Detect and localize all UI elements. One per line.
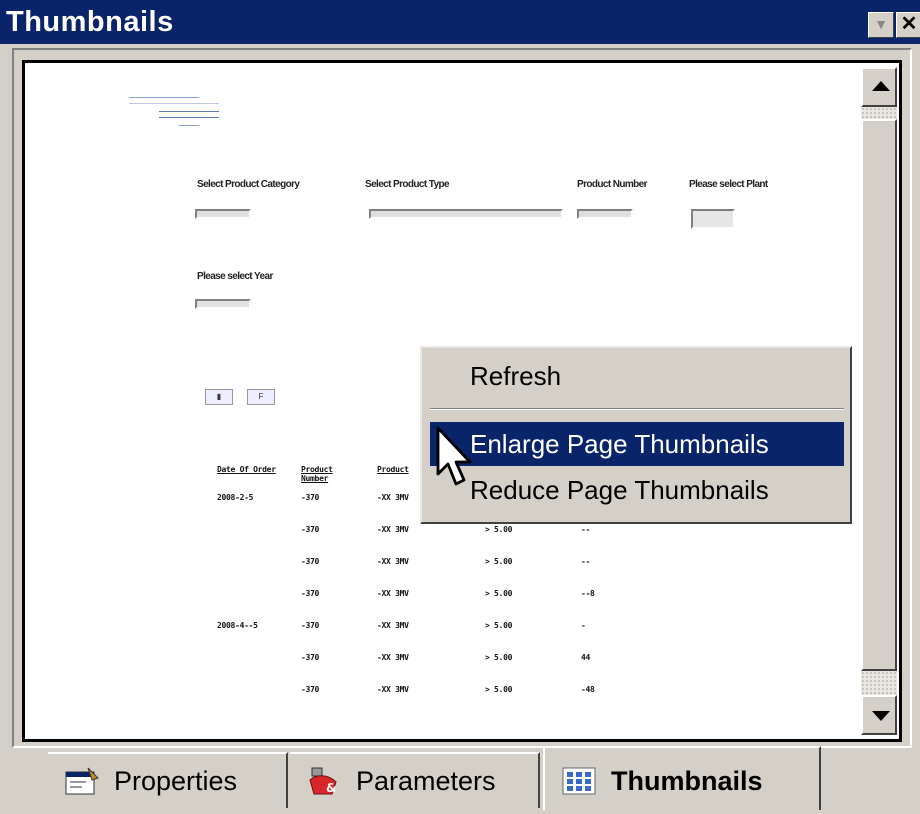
table-cell: -XX 3MV <box>377 621 409 630</box>
tab-properties-label: Properties <box>114 766 238 796</box>
thumb-button-2: F <box>247 389 275 405</box>
tab-parameters[interactable]: & Parameters <box>290 752 540 808</box>
scroll-down-icon[interactable] <box>861 695 897 735</box>
table-cell: -XX 3MV <box>377 525 409 534</box>
thumb-button-1: ▮ <box>205 389 233 405</box>
parameters-icon: & <box>309 767 337 795</box>
tab-thumbnails[interactable]: Thumbnails <box>543 746 821 810</box>
table-cell: -370 <box>301 589 320 598</box>
vertical-scrollbar[interactable] <box>861 67 897 735</box>
table-cell: -370 <box>301 653 320 662</box>
field-number <box>577 209 633 219</box>
tab-thumbnails-label: Thumbnails <box>611 766 763 796</box>
field-type <box>369 209 563 219</box>
table-cell: > 5.00 <box>485 557 513 566</box>
context-menu: Refresh Enlarge Page Thumbnails Reduce P… <box>420 346 852 524</box>
table-cell: -370 <box>301 685 320 694</box>
scroll-thumb[interactable] <box>861 119 897 671</box>
report-logo <box>129 91 239 135</box>
table-cell: -- <box>581 557 591 566</box>
close-icon[interactable]: ✕ <box>896 12 920 38</box>
table-cell: > 5.00 <box>485 685 513 694</box>
table-cell: 44 <box>581 653 591 662</box>
tab-parameters-label: Parameters <box>356 766 496 796</box>
window-title: Thumbnails <box>6 6 174 38</box>
table-cell: -XX 3MV <box>377 653 409 662</box>
svg-text:&: & <box>326 781 336 795</box>
thumbnails-grid-icon <box>562 767 596 795</box>
table-cell: -370 <box>301 621 320 630</box>
menu-item-refresh[interactable]: Refresh <box>430 354 844 398</box>
table-header: Product Number <box>301 465 333 483</box>
table-cell: --8 <box>581 589 595 598</box>
scroll-up-icon[interactable] <box>861 67 897 107</box>
table-cell: 2008-4--5 <box>217 621 258 630</box>
table-cell: -370 <box>301 525 320 534</box>
table-cell: > 5.00 <box>485 653 513 662</box>
table-cell: - <box>581 621 586 630</box>
title-bar[interactable]: Thumbnails ▼ ✕ <box>0 0 920 44</box>
table-cell: > 5.00 <box>485 621 513 630</box>
label-year: Please select Year <box>197 271 273 282</box>
table-cell: -370 <box>301 493 320 502</box>
field-year <box>195 299 251 309</box>
table-cell: -XX 3MV <box>377 589 409 598</box>
field-category <box>195 209 251 219</box>
table-cell: -370 <box>301 557 320 566</box>
mouse-cursor-icon <box>436 426 472 486</box>
label-plant: Please select Plant <box>689 179 768 190</box>
menu-item-reduce-page-thumbnails[interactable]: Reduce Page Thumbnails <box>430 468 844 512</box>
table-cell: -XX 3MV <box>377 557 409 566</box>
table-cell: -XX 3MV <box>377 493 409 502</box>
table-cell: > 5.00 <box>485 589 513 598</box>
table-cell: > 5.00 <box>485 525 513 534</box>
table-cell: -- <box>581 525 591 534</box>
table-cell: -XX 3MV <box>377 685 409 694</box>
window-dropdown-icon[interactable]: ▼ <box>868 12 894 38</box>
menu-separator <box>430 408 844 410</box>
menu-item-enlarge-page-thumbnails[interactable]: Enlarge Page Thumbnails <box>430 422 844 466</box>
properties-icon <box>65 767 99 795</box>
field-plant <box>691 209 735 229</box>
table-cell: 2008-2-5 <box>217 493 254 502</box>
table-cell: -48 <box>581 685 595 694</box>
label-product-category: Select Product Category <box>197 179 300 190</box>
label-product-type: Select Product Type <box>365 179 450 190</box>
label-product-number: Product Number <box>577 179 648 190</box>
table-header: Date Of Order <box>217 465 276 474</box>
tab-properties[interactable]: Properties <box>48 752 288 808</box>
